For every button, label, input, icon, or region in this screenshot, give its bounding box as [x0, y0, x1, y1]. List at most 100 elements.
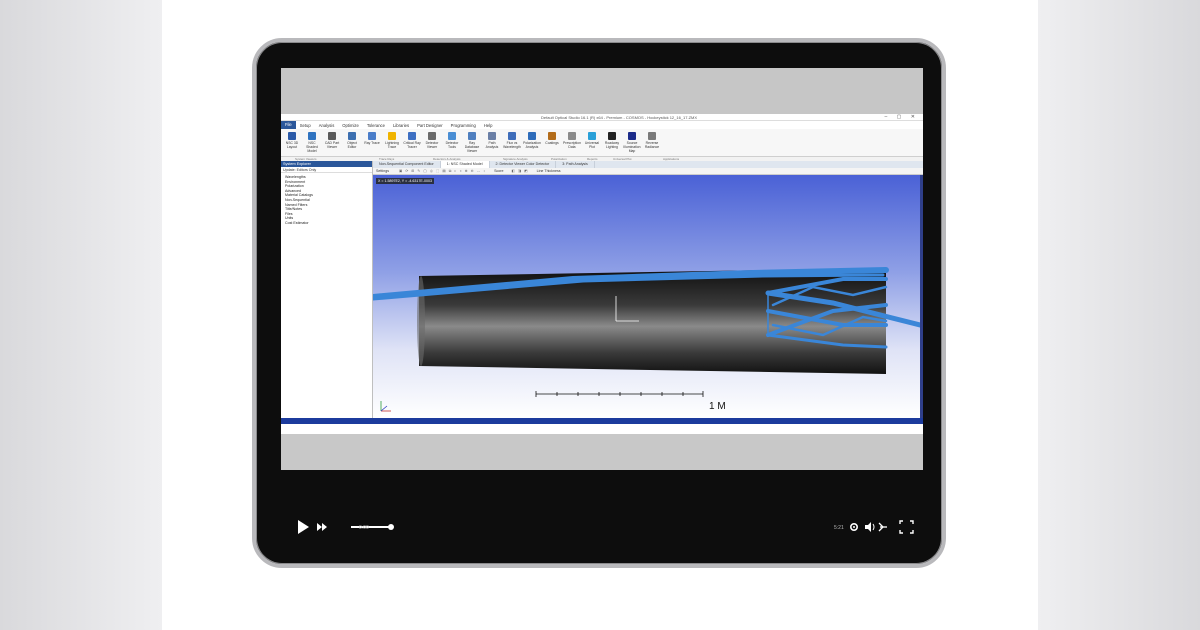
- shaded-model-viewport[interactable]: X = 1.5897E2, Y = -4.6317E-0003 1 M: [373, 175, 920, 418]
- document-tabs: Non-Sequential Component Editor 1: NSC S…: [373, 161, 923, 168]
- ribbon-button[interactable]: Detector Viewer: [423, 130, 441, 155]
- menu-tab-programming[interactable]: Programming: [447, 123, 480, 128]
- toolbar-icons-2[interactable]: ◧ ◨ ◩: [511, 169, 528, 173]
- ribbon-button-label: Ray Trace: [364, 141, 380, 145]
- settings-icon[interactable]: [849, 523, 858, 532]
- ribbon-button-icon: [448, 132, 456, 140]
- app-titlebar: Default Optical Studio 16.1 (R) x64 - Pr…: [281, 114, 923, 121]
- scale-label: 1 M: [709, 401, 726, 412]
- tablet-frame: Default Optical Studio 16.1 (R) x64 - Pr…: [252, 38, 946, 568]
- ribbon-button[interactable]: Flux vs Wavelength: [503, 130, 521, 155]
- ribbon-button[interactable]: Path Analysis: [483, 130, 501, 155]
- ribbon-button[interactable]: Lightning Trace: [383, 130, 401, 155]
- tab-path-analysis[interactable]: 3: Path Analysis: [556, 161, 595, 168]
- ribbon-button-label: Lightning Trace: [385, 141, 399, 149]
- 3d-scene: [373, 267, 920, 412]
- tab-detector-viewer[interactable]: 2: Detector Viewer Color Detector: [490, 161, 557, 168]
- optical-app-window: Default Optical Studio 16.1 (R) x64 - Pr…: [281, 114, 923, 434]
- right-margin: [1038, 0, 1200, 630]
- tab-shaded-model[interactable]: 1: NSC Shaded Model: [440, 161, 490, 168]
- ribbon-button[interactable]: Object Editor: [343, 130, 361, 155]
- ribbon-button[interactable]: Polarization Analysis: [523, 130, 541, 155]
- ribbon-button[interactable]: Roadway Lighting: [603, 130, 621, 155]
- menu-tab-part-designer[interactable]: Part Designer: [413, 123, 447, 128]
- explorer-tree: Wavelengths Environment Polarization Advanc…: [281, 173, 372, 226]
- ribbon-button[interactable]: Ray Database Viewer: [463, 130, 481, 155]
- ribbon-button-icon: [468, 132, 476, 140]
- menu-tab-tolerance[interactable]: Tolerance: [363, 123, 389, 128]
- menu-tab-help[interactable]: Help: [480, 123, 497, 128]
- ribbon-button-label: Reverse Radiance: [644, 141, 660, 149]
- explorer-item[interactable]: Cost Estimator: [285, 221, 372, 226]
- app-title: Default Optical Studio 16.1 (R) x64 - Pr…: [541, 115, 698, 120]
- volume-icon[interactable]: [865, 522, 875, 532]
- ribbon-button-icon: [348, 132, 356, 140]
- ribbon-button-icon: [648, 132, 656, 140]
- corner-axis-icon: [380, 401, 391, 412]
- ribbon-button[interactable]: Critical Ray Tracer: [403, 130, 421, 155]
- video-screen[interactable]: Default Optical Studio 16.1 (R) x64 - Pr…: [281, 68, 923, 470]
- ribbon-button-icon: [368, 132, 376, 140]
- ribbon-button[interactable]: Ray Trace: [363, 130, 381, 155]
- ribbon-button[interactable]: NSC Shaded Model: [303, 130, 321, 155]
- view-toolbar: Settings ▣ ⟳ ⊞ ✎ ▢ ◎ ⬚ ▤ ⧉ ◐ ◑ ⊕ ⊖ ↔ ↕ S…: [373, 168, 923, 175]
- menu-tab-optimize[interactable]: Optimize: [338, 123, 363, 128]
- menu-tab-file[interactable]: File: [281, 121, 296, 129]
- ribbon-button[interactable]: Reverse Radiance: [643, 130, 661, 155]
- menu-tab-setup[interactable]: Setup: [296, 123, 315, 128]
- ribbon-button-icon: [408, 132, 416, 140]
- ribbon-button-label: Flux vs Wavelength: [503, 141, 521, 149]
- ribbon-button-icon: [628, 132, 636, 140]
- ribbon-button-label: Detector Tools: [445, 141, 459, 149]
- tab-nsc-editor[interactable]: Non-Sequential Component Editor: [373, 161, 441, 168]
- controls-graphics: [298, 520, 914, 534]
- settings-button[interactable]: Settings: [376, 169, 389, 173]
- share-icon[interactable]: [878, 522, 887, 532]
- ribbon-button-label: Ray Database Viewer: [464, 141, 480, 153]
- ribbon-button[interactable]: Coatings: [543, 130, 561, 155]
- ribbon-button[interactable]: Detector Tools: [443, 130, 461, 155]
- ribbon-button-label: CAD Part Viewer: [324, 141, 340, 149]
- play-icon[interactable]: [298, 520, 309, 534]
- ribbon-button-icon: [608, 132, 616, 140]
- ribbon-button-label: Universal Plot: [584, 141, 600, 149]
- viewport-edge: [920, 175, 923, 418]
- ribbon-button-icon: [288, 132, 296, 140]
- ribbon-button-icon: [488, 132, 496, 140]
- score-dropdown[interactable]: Score: [494, 169, 503, 173]
- ribbon-toolbar: NSC 3D Layout NSC Shaded Model CAD Part Vi…: [281, 129, 923, 157]
- progress-handle[interactable]: [388, 524, 394, 530]
- ribbon-button-icon: [528, 132, 536, 140]
- fast-forward-icon[interactable]: [317, 523, 327, 531]
- status-info: [281, 424, 923, 434]
- toolbar-icons[interactable]: ▣ ⟳ ⊞ ✎ ▢ ◎ ⬚ ▤ ⧉ ◐ ◑ ⊕ ⊖ ↔ ↕: [399, 169, 486, 173]
- ribbon-button[interactable]: Prescription Data: [563, 130, 581, 155]
- line-thickness-dropdown[interactable]: Line Thickness: [537, 169, 561, 173]
- ribbon-button-label: Object Editor: [347, 141, 357, 149]
- menu-bar: File Setup Analysis Optimize Tolerance L…: [281, 121, 923, 129]
- ribbon-button[interactable]: Universal Plot: [583, 130, 601, 155]
- letterbox-top: [281, 68, 923, 114]
- remaining-time: 5:21: [834, 525, 844, 531]
- ribbon-button-label: Source Illumination Map: [623, 141, 641, 153]
- window-controls[interactable]: – ▢ ✕: [885, 114, 919, 120]
- ribbon-button-label: Detector Viewer: [425, 141, 439, 149]
- ribbon-button-label: Path Analysis: [485, 141, 499, 149]
- ribbon-button-icon: [548, 132, 556, 140]
- ribbon-button-icon: [568, 132, 576, 140]
- ribbon-button[interactable]: Source Illumination Map: [623, 130, 641, 155]
- ribbon-button-label: Critical Ray Tracer: [403, 141, 421, 149]
- fullscreen-icon[interactable]: [899, 520, 914, 534]
- ribbon-button-icon: [308, 132, 316, 140]
- video-controls: 0:00 5:21: [281, 514, 923, 542]
- ribbon-button[interactable]: NSC 3D Layout: [283, 130, 301, 155]
- ribbon-button-icon: [328, 132, 336, 140]
- ribbon-button-label: Roadway Lighting: [604, 141, 620, 149]
- left-margin: [0, 0, 162, 630]
- elapsed-time: 0:00: [359, 525, 369, 531]
- ribbon-button-icon: [388, 132, 396, 140]
- ribbon-button-label: Coatings: [545, 141, 559, 145]
- ribbon-button[interactable]: CAD Part Viewer: [323, 130, 341, 155]
- menu-tab-libraries[interactable]: Libraries: [389, 123, 413, 128]
- menu-tab-analysis[interactable]: Analysis: [315, 123, 339, 128]
